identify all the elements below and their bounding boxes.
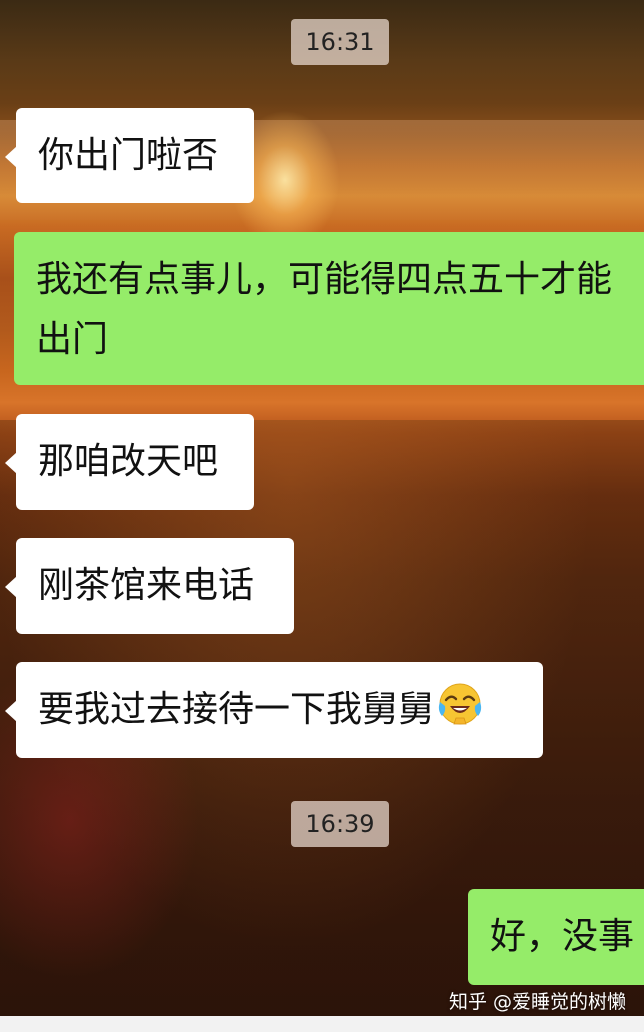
received-message-bubble[interactable]: 你出门啦否 <box>5 108 254 203</box>
sent-message-bubble[interactable]: 好，没事 <box>468 889 644 985</box>
message-text: 刚茶馆来电话 <box>38 565 255 606</box>
message-text: 要我过去接待一下我舅舅 <box>38 689 435 730</box>
received-message-bubble[interactable]: 刚茶馆来电话 <box>5 538 294 634</box>
timestamp: 16:31 <box>291 19 389 65</box>
message-text: 那咱改天吧 <box>38 441 219 482</box>
message-text: 你出门啦否 <box>38 135 219 176</box>
message-text-line: 出门 <box>36 319 109 360</box>
bottom-bar <box>0 1016 644 1032</box>
watermark: 知乎 @爱睡觉的树懒 <box>448 991 626 1013</box>
face-with-tears-of-joy-emoji <box>438 683 482 725</box>
timestamp: 16:39 <box>291 801 389 847</box>
received-message-bubble[interactable]: 那咱改天吧 <box>5 414 254 510</box>
message-text: 好，没事 <box>490 916 635 957</box>
message-text-line: 我还有点事儿，可能得四点五十才能 <box>36 259 613 300</box>
received-message-bubble[interactable]: 要我过去接待一下我舅舅 <box>5 662 543 758</box>
sent-message-bubble[interactable]: 我还有点事儿，可能得四点五十才能 出门 <box>14 232 644 385</box>
